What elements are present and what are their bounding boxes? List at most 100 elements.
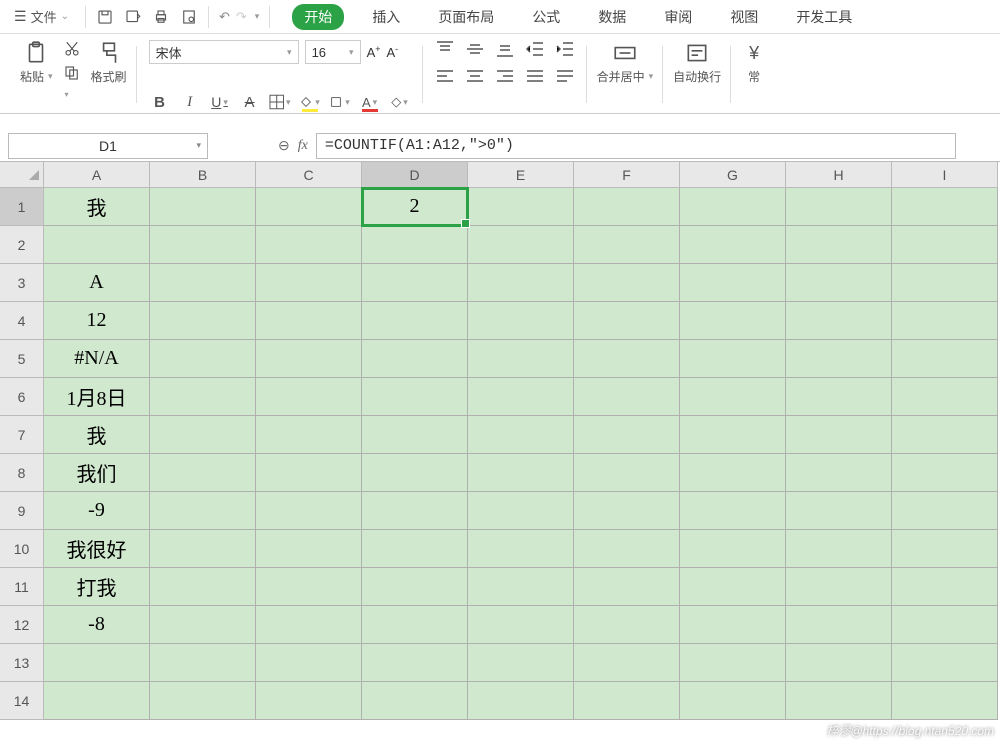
cell[interactable] (786, 568, 892, 606)
cell[interactable] (892, 568, 998, 606)
cell[interactable] (468, 454, 574, 492)
cell[interactable] (574, 264, 680, 302)
cell[interactable] (256, 302, 362, 340)
cell[interactable] (680, 682, 786, 720)
cell[interactable] (150, 188, 256, 226)
cell[interactable] (680, 378, 786, 416)
fill-color-button[interactable]: ▾ (299, 91, 321, 113)
cell[interactable] (150, 530, 256, 568)
cell[interactable] (574, 492, 680, 530)
align-center-icon[interactable] (465, 68, 485, 86)
cell[interactable] (256, 226, 362, 264)
cell[interactable] (256, 340, 362, 378)
increase-font-button[interactable]: A+ (367, 45, 381, 60)
column-header[interactable]: C (256, 162, 362, 188)
undo-icon[interactable]: ↶ (219, 9, 230, 25)
cell[interactable] (680, 454, 786, 492)
more-button[interactable]: ¥ 常 (741, 40, 767, 85)
distribute-icon[interactable] (555, 68, 575, 86)
cell[interactable] (256, 682, 362, 720)
cell[interactable] (892, 340, 998, 378)
cell[interactable] (892, 682, 998, 720)
cell[interactable] (362, 454, 468, 492)
cell[interactable] (256, 378, 362, 416)
cell[interactable] (574, 682, 680, 720)
align-middle-icon[interactable] (465, 40, 485, 58)
cell[interactable] (786, 606, 892, 644)
decrease-font-button[interactable]: A- (387, 45, 399, 60)
cell[interactable]: 打我 (44, 568, 150, 606)
cell[interactable]: 我 (44, 188, 150, 226)
cell[interactable] (574, 454, 680, 492)
cell[interactable] (680, 568, 786, 606)
cell[interactable] (786, 226, 892, 264)
copy-icon[interactable]: ▾ (63, 64, 81, 82)
cell[interactable] (362, 264, 468, 302)
cell[interactable] (892, 606, 998, 644)
underline-button[interactable]: U▾ (209, 91, 231, 113)
cell[interactable] (574, 416, 680, 454)
formula-input[interactable]: =COUNTIF(A1:A12,">0") (316, 133, 956, 159)
cell[interactable] (468, 302, 574, 340)
cell[interactable]: 我们 (44, 454, 150, 492)
cell[interactable] (786, 340, 892, 378)
clear-format-button[interactable]: ◇▾ (389, 91, 411, 113)
cell[interactable] (680, 188, 786, 226)
cell[interactable] (574, 530, 680, 568)
column-header[interactable]: H (786, 162, 892, 188)
cell[interactable] (892, 302, 998, 340)
cell[interactable] (362, 416, 468, 454)
font-color-button[interactable]: A▾ (359, 91, 381, 113)
save-as-icon[interactable] (124, 8, 142, 26)
cell[interactable] (362, 644, 468, 682)
tab-view[interactable]: 视图 (720, 3, 768, 31)
row-header[interactable]: 11 (0, 568, 44, 606)
row-header[interactable]: 7 (0, 416, 44, 454)
cell[interactable] (468, 416, 574, 454)
cell[interactable] (256, 188, 362, 226)
tab-insert[interactable]: 插入 (362, 3, 410, 31)
cell[interactable] (680, 606, 786, 644)
row-header[interactable]: 13 (0, 644, 44, 682)
cell[interactable]: 12 (44, 302, 150, 340)
column-header[interactable]: B (150, 162, 256, 188)
column-header[interactable]: A (44, 162, 150, 188)
cell[interactable] (680, 226, 786, 264)
cell[interactable] (150, 378, 256, 416)
tab-formulas[interactable]: 公式 (522, 3, 570, 31)
cell[interactable] (574, 606, 680, 644)
cell[interactable] (150, 606, 256, 644)
decrease-indent-icon[interactable] (525, 40, 545, 58)
tab-start[interactable]: 开始 (292, 4, 344, 30)
cell[interactable] (44, 644, 150, 682)
cell[interactable] (892, 492, 998, 530)
cell[interactable] (892, 226, 998, 264)
justify-icon[interactable] (525, 68, 545, 86)
cell[interactable] (574, 644, 680, 682)
font-name-select[interactable]: 宋体 ▾ (149, 40, 299, 64)
row-header[interactable]: 4 (0, 302, 44, 340)
cell[interactable] (150, 302, 256, 340)
cell[interactable] (680, 302, 786, 340)
cell[interactable] (892, 644, 998, 682)
borders-button[interactable]: ▾ (269, 91, 291, 113)
select-all-corner[interactable] (0, 162, 44, 188)
tab-review[interactable]: 审阅 (654, 3, 702, 31)
tab-page-layout[interactable]: 页面布局 (428, 3, 504, 31)
row-header[interactable]: 2 (0, 226, 44, 264)
tab-data[interactable]: 数据 (588, 3, 636, 31)
cell[interactable] (362, 226, 468, 264)
cell[interactable] (256, 416, 362, 454)
tab-developer[interactable]: 开发工具 (786, 3, 862, 31)
cell[interactable]: -8 (44, 606, 150, 644)
cell[interactable] (892, 264, 998, 302)
column-header[interactable]: I (892, 162, 998, 188)
column-header[interactable]: D (362, 162, 468, 188)
cell[interactable] (786, 188, 892, 226)
cell[interactable]: 我 (44, 416, 150, 454)
font-size-select[interactable]: 16 ▾ (305, 40, 361, 64)
cut-icon[interactable] (63, 40, 81, 58)
cell[interactable] (468, 340, 574, 378)
row-header[interactable]: 6 (0, 378, 44, 416)
bold-button[interactable]: B (149, 91, 171, 113)
